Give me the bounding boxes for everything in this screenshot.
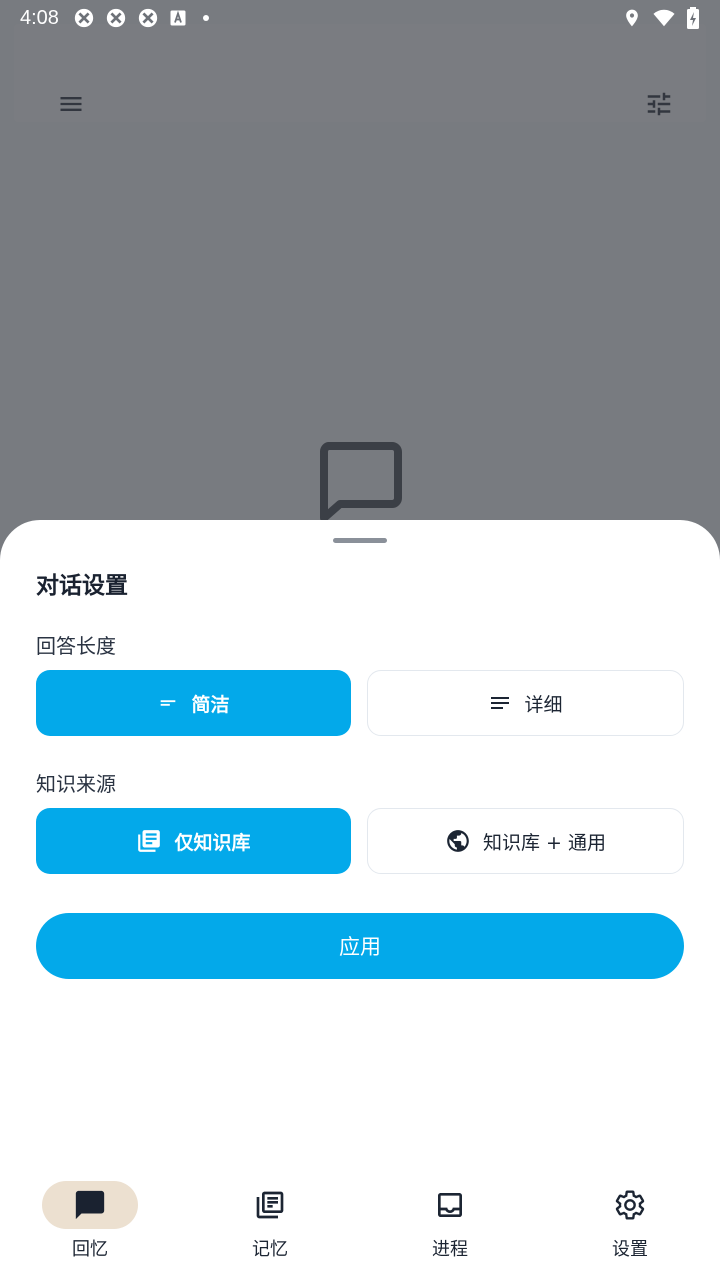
app-notification-icon: [106, 8, 126, 28]
nav-label-memory: 记忆: [252, 1239, 288, 1260]
option-detailed-label: 详细: [524, 693, 563, 716]
chat-icon: [75, 1190, 105, 1220]
apply-button-label: 应用: [339, 935, 381, 959]
nav-active-indicator: [42, 1181, 138, 1229]
location-icon: [626, 9, 638, 27]
dot-icon: [202, 15, 209, 21]
answer-length-label: 回答长度: [36, 634, 116, 658]
library-icon: [256, 1191, 284, 1219]
option-concise-label: 简洁: [191, 693, 230, 716]
app-notification-icon: [74, 8, 94, 28]
bottom-navigation: 回忆 记忆 进程 设置: [0, 1160, 720, 1280]
status-time: 4:08: [20, 6, 59, 29]
option-kb-general-button[interactable]: 知识库 + 通用: [367, 808, 684, 874]
knowledge-source-label: 知识来源: [36, 772, 116, 796]
conversation-settings-sheet: 对话设置 回答长度 简洁 详细 知识来源 仅知识库 知识库 + 通用 应用: [0, 520, 720, 1160]
nav-icon-container: [582, 1181, 678, 1229]
option-concise-button[interactable]: 简洁: [36, 670, 351, 736]
sheet-title: 对话设置: [36, 573, 128, 599]
nav-icon-container: [222, 1181, 318, 1229]
nav-label-settings: 设置: [612, 1239, 648, 1260]
font-a-icon: [170, 10, 186, 26]
nav-label-progress: 进程: [432, 1239, 468, 1260]
nav-item-settings[interactable]: 设置: [540, 1160, 720, 1280]
nav-icon-container: [402, 1181, 498, 1229]
notes-icon: [491, 697, 510, 709]
short-text-icon: [161, 700, 176, 706]
option-kb-general-label: 知识库 + 通用: [483, 831, 606, 854]
status-bar: 4:08: [0, 0, 720, 36]
nav-item-progress[interactable]: 进程: [360, 1160, 540, 1280]
gear-icon: [615, 1190, 645, 1220]
library-books-icon: [138, 830, 161, 852]
inbox-icon: [438, 1193, 462, 1217]
wifi-icon: [653, 9, 675, 27]
app-notification-icon: [138, 8, 158, 28]
nav-item-memory[interactable]: 记忆: [180, 1160, 360, 1280]
option-detailed-button[interactable]: 详细: [367, 670, 684, 736]
option-kb-only-button[interactable]: 仅知识库: [36, 808, 351, 874]
battery-charging-icon: [687, 7, 699, 29]
apply-button[interactable]: 应用: [36, 913, 684, 979]
answer-length-options: 简洁 详细: [36, 670, 684, 736]
globe-icon: [447, 830, 469, 852]
nav-item-recall[interactable]: 回忆: [0, 1160, 180, 1280]
knowledge-source-options: 仅知识库 知识库 + 通用: [36, 808, 684, 874]
nav-label-recall: 回忆: [72, 1239, 108, 1260]
option-kb-only-label: 仅知识库: [174, 831, 251, 854]
drag-handle[interactable]: [333, 538, 387, 543]
